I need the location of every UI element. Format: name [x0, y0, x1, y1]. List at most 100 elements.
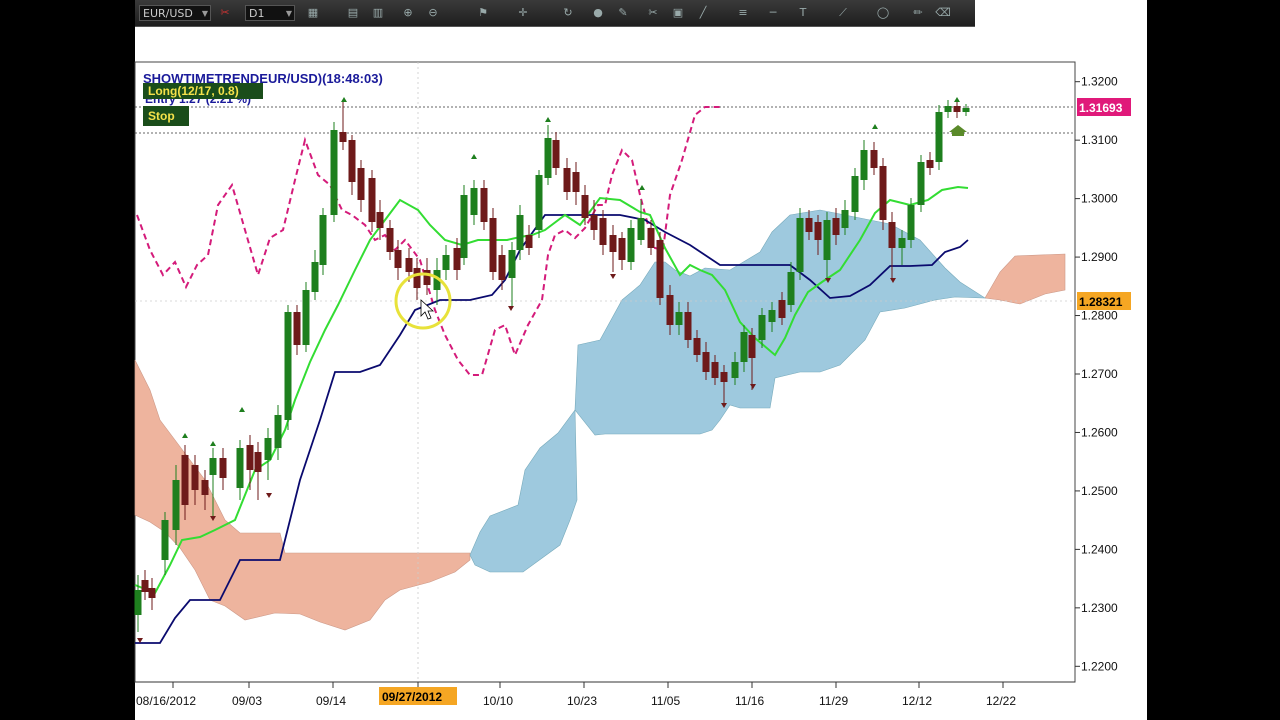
current-price-label: 1.31693	[1079, 101, 1123, 115]
candle-body	[656, 240, 664, 298]
candle-body	[917, 162, 925, 205]
candle-body	[498, 255, 506, 280]
candle-body	[254, 452, 262, 472]
candle-body	[535, 175, 543, 230]
candle-body	[201, 480, 209, 495]
candle-body	[907, 205, 915, 240]
candle-body	[348, 140, 356, 182]
candle-body	[590, 215, 598, 230]
candle-body	[953, 106, 961, 112]
marker-price-label: 1.28321	[1079, 295, 1123, 309]
candle-body	[935, 112, 943, 162]
candle-body	[284, 312, 292, 420]
candle-body	[172, 480, 180, 530]
x-tick-label: 09/03	[232, 694, 262, 708]
candle-body	[675, 312, 683, 325]
candle-body	[181, 455, 189, 505]
x-tick-label: 10/23	[567, 694, 597, 708]
candle-body	[898, 238, 906, 248]
candle-body	[870, 150, 878, 168]
x-tick-label: 11/29	[819, 694, 848, 708]
candle-body	[778, 300, 786, 318]
candle-body	[246, 445, 254, 470]
candle-body	[758, 315, 766, 340]
candle-body	[525, 235, 533, 248]
candle-body	[311, 262, 319, 292]
candle-body	[823, 220, 831, 260]
candle-body	[832, 218, 840, 235]
candle-body	[264, 438, 272, 460]
signal-arrow-stem	[952, 132, 964, 136]
candle-body	[684, 312, 692, 340]
candle-body	[888, 222, 896, 248]
candle-body	[647, 228, 655, 248]
candle-body	[394, 250, 402, 268]
candle-body	[702, 352, 710, 372]
long-label: Long(12/17, 0.8)	[148, 84, 239, 98]
candle-body	[860, 150, 868, 180]
candle-body	[926, 160, 934, 168]
candle-body	[357, 168, 365, 200]
candle-body	[599, 218, 607, 245]
candle-body	[544, 138, 552, 178]
candle-body	[552, 140, 560, 168]
candle-body	[720, 372, 728, 382]
candle-body	[609, 235, 617, 252]
candle-body	[851, 176, 859, 212]
y-tick-label: 1.2800	[1081, 309, 1118, 323]
candle-body	[386, 228, 394, 252]
candle-body	[740, 332, 748, 362]
candle-body	[693, 338, 701, 355]
price-chart[interactable]: 1.3200 1.3100 1.3000 1.2900 1.2800 1.2700 1.26…	[0, 0, 1280, 720]
candle-body	[731, 362, 739, 378]
y-tick-label: 1.2900	[1081, 250, 1118, 264]
candle-body	[516, 215, 524, 250]
candle-body	[581, 195, 589, 218]
candle-body	[368, 178, 376, 222]
y-tick-label: 1.3200	[1081, 75, 1118, 89]
candle-body	[405, 258, 413, 272]
x-tick-label: 08/16/2012	[136, 694, 196, 708]
candle-body	[460, 195, 468, 258]
candle-body	[236, 448, 244, 488]
candle-body	[423, 270, 431, 285]
candle-body	[711, 362, 719, 378]
candle-body	[508, 250, 516, 278]
candle-body	[944, 106, 952, 112]
y-tick-label: 1.2500	[1081, 484, 1118, 498]
candle-body	[141, 580, 149, 592]
candle-body	[787, 272, 795, 305]
candle-body	[442, 255, 450, 270]
candle-body	[637, 218, 645, 240]
candle-body	[330, 130, 338, 215]
candle-body	[191, 465, 199, 490]
candle-body	[627, 228, 635, 262]
y-tick-label: 1.2200	[1081, 659, 1118, 673]
x-tick-label: 11/16	[735, 694, 764, 708]
x-tick-label: 09/14	[316, 694, 346, 708]
y-tick-label: 1.2300	[1081, 601, 1118, 615]
candle-body	[618, 238, 626, 260]
candle-body	[879, 166, 887, 220]
candle-body	[768, 310, 776, 322]
x-tick-label: 10/10	[483, 694, 513, 708]
candle-body	[572, 172, 580, 192]
candle-body	[219, 458, 227, 478]
candle-body	[841, 210, 849, 228]
y-tick-label: 1.2600	[1081, 425, 1118, 439]
candle-body	[376, 212, 384, 228]
candle-body	[161, 520, 169, 560]
candle-body	[814, 222, 822, 240]
candle-body	[293, 312, 301, 345]
candle-body	[563, 168, 571, 192]
y-tick-label: 1.3100	[1081, 133, 1118, 147]
candle-body	[339, 132, 347, 142]
y-tick-label: 1.2700	[1081, 367, 1118, 381]
candle-body	[413, 268, 421, 288]
candle-body	[666, 295, 674, 325]
candle-body	[209, 458, 217, 475]
candle-body	[489, 218, 497, 272]
candle-body	[796, 218, 804, 272]
candle-body	[302, 290, 310, 345]
x-tick-label: 11/05	[651, 694, 680, 708]
